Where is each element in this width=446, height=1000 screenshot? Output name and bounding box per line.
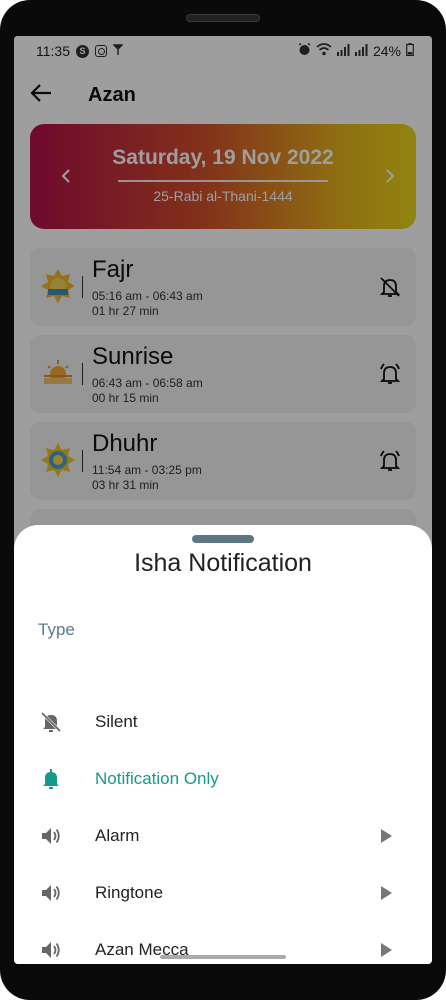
sheet-title: Isha Notification bbox=[134, 549, 312, 577]
option-label: Notification Only bbox=[95, 768, 219, 788]
play-arrow-icon[interactable] bbox=[381, 828, 392, 843]
play-arrow-icon[interactable] bbox=[381, 942, 392, 957]
option-label: Silent bbox=[95, 711, 138, 731]
notification-bottom-sheet: Isha Notification Type Silent Notificati… bbox=[14, 525, 432, 964]
option-notification-only[interactable]: Notification Only bbox=[14, 750, 432, 807]
option-silent[interactable]: Silent bbox=[14, 693, 432, 750]
option-ringtone[interactable]: Ringtone bbox=[14, 864, 432, 921]
speaker-icon bbox=[40, 939, 62, 961]
sheet-drag-handle[interactable] bbox=[192, 535, 254, 543]
screen: 11:35 S 24% Azan Saturday, 19 Nov 2022 2… bbox=[14, 36, 432, 964]
option-label: Alarm bbox=[95, 825, 140, 845]
phone-speaker bbox=[186, 14, 260, 22]
gesture-nav-bar[interactable] bbox=[160, 955, 286, 959]
speaker-icon bbox=[40, 825, 62, 847]
option-alarm[interactable]: Alarm bbox=[14, 807, 432, 864]
bell-off-icon bbox=[40, 711, 62, 733]
option-label: Ringtone bbox=[95, 882, 164, 902]
play-arrow-icon[interactable] bbox=[381, 885, 392, 900]
speaker-icon bbox=[40, 882, 62, 904]
section-label-type: Type bbox=[38, 620, 75, 639]
phone-frame: 11:35 S 24% Azan Saturday, 19 Nov 2022 2… bbox=[0, 0, 446, 1000]
bell-icon bbox=[40, 768, 62, 790]
